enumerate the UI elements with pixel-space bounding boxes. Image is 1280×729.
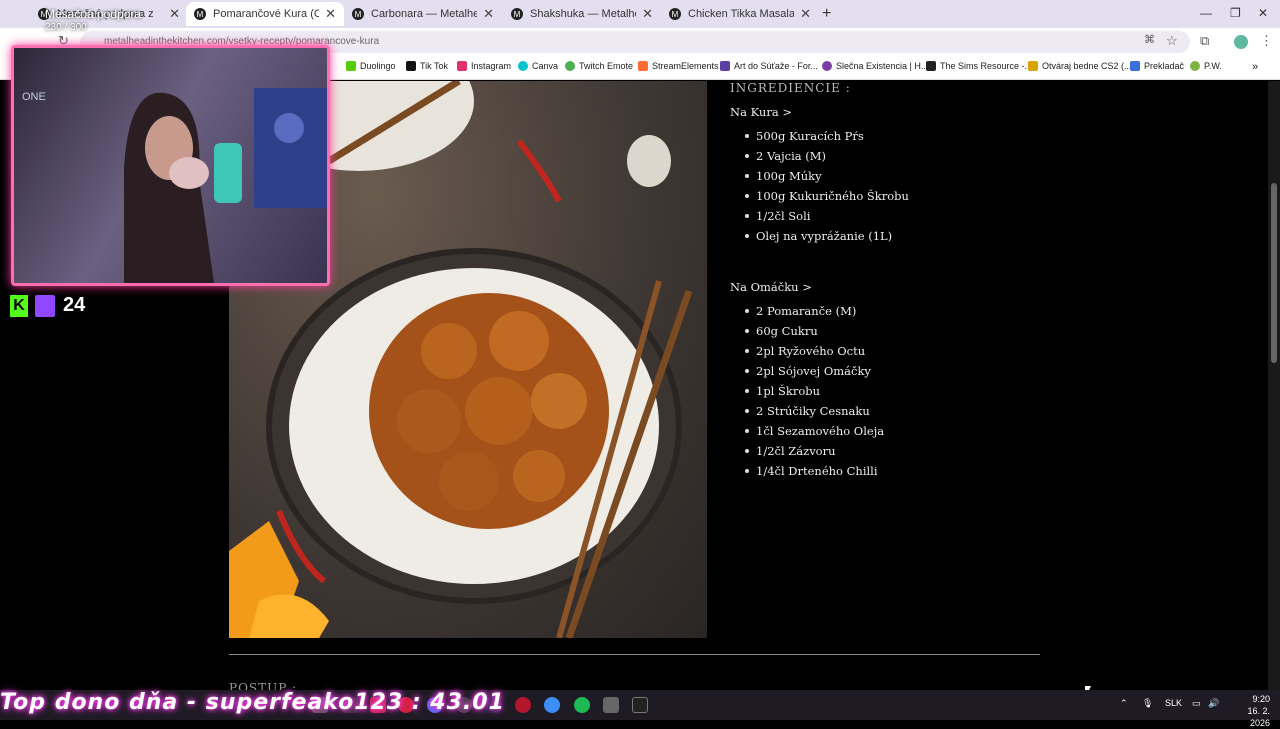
- support-goal-label: Mesačná podpora: [45, 7, 142, 21]
- network-icon[interactable]: ▭: [1192, 698, 1201, 709]
- page-scrollbar[interactable]: [1268, 81, 1280, 690]
- list-item: 100g Kukuričného Škrobu: [745, 186, 909, 206]
- svg-text:ONE: ONE: [22, 91, 46, 103]
- metalhead-favicon-icon: M: [194, 8, 206, 20]
- list-item: 2pl Ryžového Octu: [744, 341, 884, 361]
- tsr-icon: [926, 61, 936, 71]
- bookmark-cs2-cases[interactable]: Otváraj bedne CS2 (...: [1028, 61, 1132, 71]
- taskbar-clock[interactable]: 9:20 16. 2. 2026: [1226, 693, 1270, 729]
- list-item: 1/4čl Drteného Chilli: [744, 461, 884, 481]
- tab-title: Carbonara — Metalhead In The: [371, 8, 478, 20]
- translate-icon[interactable]: ⌘: [1144, 33, 1155, 46]
- tab-5[interactable]: M Chicken Tikka Masala — Metalh ✕: [661, 2, 819, 26]
- section-divider: [229, 654, 1040, 655]
- support-goal-count: 230 / 300: [45, 22, 87, 33]
- bookmark-art-do-sutaze[interactable]: Art do Súťaže - For...: [720, 61, 818, 71]
- new-tab-button[interactable]: +: [822, 5, 831, 23]
- bookmark-prekladac[interactable]: Prekladač: [1130, 61, 1184, 71]
- top-donation-banner: Top dono dňa - superfeako123 : 43.01: [0, 690, 505, 715]
- extensions-icon[interactable]: ⧉: [1200, 33, 1209, 49]
- clock-time: 9:20: [1252, 694, 1270, 704]
- bookmark-duolingo[interactable]: Duolingo: [346, 61, 396, 71]
- restore-icon[interactable]: ❐: [1230, 6, 1241, 20]
- list-item: 1/2čl Soli: [745, 206, 909, 226]
- translate-icon: [1130, 61, 1140, 71]
- tab-4[interactable]: M Shakshuka — Metalhead In The ✕: [503, 2, 661, 26]
- list-item: Olej na vyprážanie (1L): [745, 226, 909, 246]
- close-tab-icon[interactable]: ✕: [169, 6, 180, 22]
- viewer-count: 24: [63, 294, 86, 316]
- bookmark-instagram[interactable]: Instagram: [457, 61, 511, 71]
- list-item: 1/2čl Zázvoru: [744, 441, 884, 461]
- group-sauce-title: Na Omáčku >: [730, 280, 812, 294]
- tab-title: Pomarančové Kura (Orange Chi: [213, 8, 320, 20]
- bookmark-pw[interactable]: P.W.: [1190, 61, 1222, 71]
- list-item: 2pl Sójovej Omáčky: [744, 361, 884, 381]
- tab-title: Chicken Tikka Masala — Metalh: [688, 8, 795, 20]
- volume-icon[interactable]: 🔊: [1208, 698, 1219, 709]
- tiktok-icon: [406, 61, 416, 71]
- bookmark-slecna-existencia[interactable]: Slečna Existencia | H...: [822, 61, 928, 71]
- twitch-logo-icon: [35, 294, 55, 317]
- close-tab-icon[interactable]: ✕: [642, 6, 653, 22]
- site-icon: [822, 61, 832, 71]
- site-icon: [1190, 61, 1200, 71]
- close-window-icon[interactable]: ✕: [1258, 6, 1268, 20]
- tab-bar: M Mesačná podpora z ✕ M Pomarančové Kura…: [0, 0, 1280, 28]
- list-item: 2 Vajcia (M): [745, 146, 909, 166]
- microphone-icon[interactable]: 🎙: [1142, 698, 1153, 709]
- list-item: 60g Cukru: [744, 321, 884, 341]
- bookmark-twitch-emote[interactable]: Twitch Emote: [565, 61, 633, 71]
- spotify-icon[interactable]: [574, 697, 590, 713]
- group-chicken-title: Na Kura >: [730, 105, 792, 119]
- more-bookmarks-icon[interactable]: »: [1252, 61, 1258, 73]
- profile-avatar[interactable]: [1234, 35, 1248, 49]
- app-icon[interactable]: [603, 697, 619, 713]
- tab-2-active[interactable]: M Pomarančové Kura (Orange Chi ✕: [186, 2, 344, 26]
- list-item: 1čl Sezamového Oleja: [744, 421, 884, 441]
- clock-date: 16. 2. 2026: [1247, 706, 1270, 728]
- close-tab-icon[interactable]: ✕: [325, 6, 336, 22]
- form-icon: [720, 61, 730, 71]
- viewer-counter: K 24: [10, 294, 85, 317]
- menu-kebab-icon[interactable]: ⋮: [1260, 33, 1273, 49]
- metalhead-favicon-icon: M: [352, 8, 364, 20]
- case-icon: [1028, 61, 1038, 71]
- sauce-ingredients-list: 2 Pomaranče (M) 60g Cukru 2pl Ryžového O…: [744, 301, 884, 481]
- chicken-ingredients-list: 500g Kuracích Pŕs 2 Vajcia (M) 100g Múky…: [745, 126, 909, 246]
- tab-title: Shakshuka — Metalhead In The: [530, 8, 636, 20]
- bookmark-sims-resource[interactable]: The Sims Resource -...: [926, 61, 1032, 71]
- instagram-icon: [457, 61, 467, 71]
- webcam-overlay: ONE: [11, 45, 330, 286]
- language-indicator[interactable]: SLK: [1165, 698, 1182, 708]
- streamelements-icon: [638, 61, 648, 71]
- list-item: 2 Strúčiky Cesnaku: [744, 401, 884, 421]
- bookmark-streamelements[interactable]: StreamElements: [638, 61, 719, 71]
- list-item: 100g Múky: [745, 166, 909, 186]
- close-tab-icon[interactable]: ✕: [483, 6, 494, 22]
- metalhead-favicon-icon: M: [511, 8, 523, 20]
- list-item: 2 Pomaranče (M): [744, 301, 884, 321]
- duolingo-icon: [346, 61, 356, 71]
- list-item: 1pl Škrobu: [744, 381, 884, 401]
- steps-heading: POSTUP :: [229, 681, 298, 690]
- close-tab-icon[interactable]: ✕: [800, 6, 811, 22]
- kick-logo-icon: K: [10, 294, 28, 317]
- tab-3[interactable]: M Carbonara — Metalhead In The ✕: [344, 2, 502, 26]
- bookmark-canva[interactable]: Canva: [518, 61, 558, 71]
- bookmark-star-icon[interactable]: ☆: [1166, 33, 1178, 49]
- chrome-icon[interactable]: [544, 697, 560, 713]
- minimize-icon[interactable]: —: [1200, 6, 1212, 20]
- ingredients-heading: INGREDIENCIE :: [730, 81, 851, 95]
- scrollbar-thumb[interactable]: [1271, 183, 1277, 363]
- app-icon[interactable]: [515, 697, 531, 713]
- bookmark-tiktok[interactable]: Tik Tok: [406, 61, 448, 71]
- frog-emote-icon: [565, 61, 575, 71]
- terminal-icon[interactable]: [632, 697, 648, 713]
- tray-chevron-icon[interactable]: ⌃: [1120, 698, 1128, 709]
- webcam-feed: ONE: [22, 88, 327, 283]
- canva-icon: [518, 61, 528, 71]
- list-item: 500g Kuracích Pŕs: [745, 126, 909, 146]
- metalhead-favicon-icon: M: [669, 8, 681, 20]
